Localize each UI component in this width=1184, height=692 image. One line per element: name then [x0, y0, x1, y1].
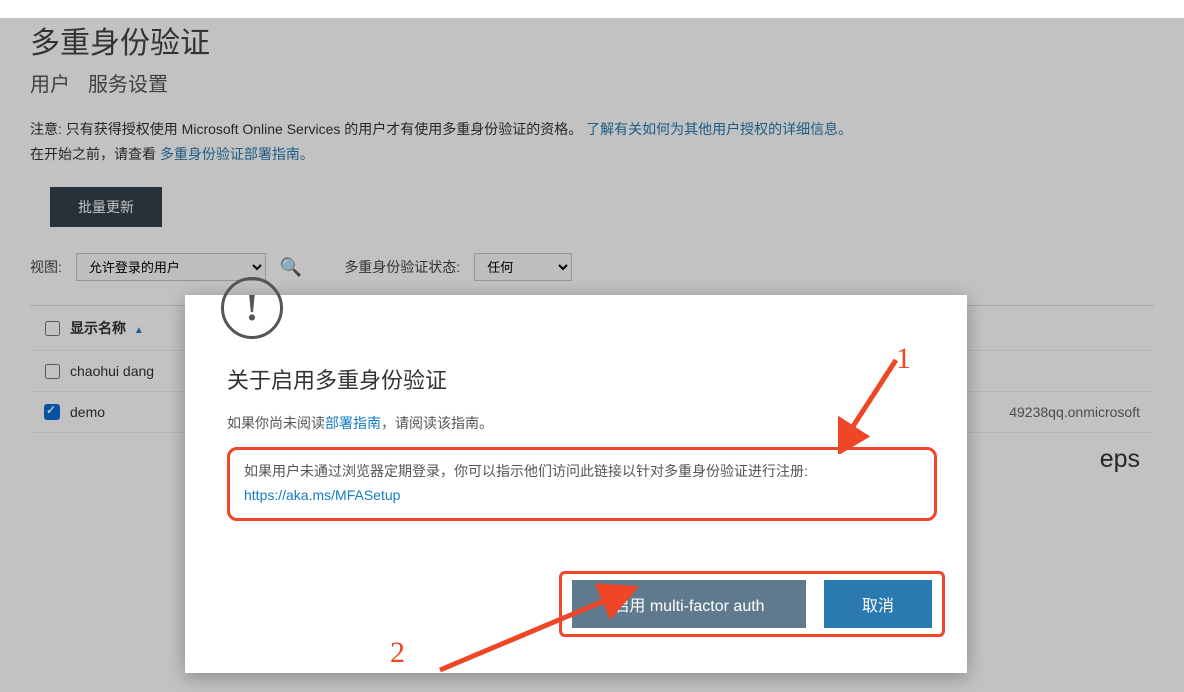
modal-highlight-text: 如果用户未通过浏览器定期登录，你可以指示他们访问此链接以针对多重身份验证进行注册… — [244, 463, 808, 479]
cancel-button[interactable]: 取消 — [824, 580, 932, 628]
annotation-label-1: 1 — [896, 342, 911, 376]
modal-body-line1: 如果你尚未阅读部署指南，请阅读该指南。 — [227, 413, 937, 433]
modal-highlight-box: 如果用户未通过浏览器定期登录，你可以指示他们访问此链接以针对多重身份验证进行注册… — [227, 447, 937, 521]
info-icon: ! — [221, 277, 283, 339]
modal-title: 关于启用多重身份验证 — [227, 363, 937, 395]
enable-mfa-modal: ! 关于启用多重身份验证 如果你尚未阅读部署指南，请阅读该指南。 如果用户未通过… — [185, 295, 967, 673]
modal-buttons-highlight: 启用 multi-factor auth 取消 — [559, 571, 945, 637]
enable-mfa-button[interactable]: 启用 multi-factor auth — [572, 580, 806, 628]
mfa-setup-link[interactable]: https://aka.ms/MFASetup — [244, 487, 400, 503]
modal-deployment-guide-link[interactable]: 部署指南 — [325, 415, 381, 431]
annotation-label-2: 2 — [390, 636, 405, 670]
